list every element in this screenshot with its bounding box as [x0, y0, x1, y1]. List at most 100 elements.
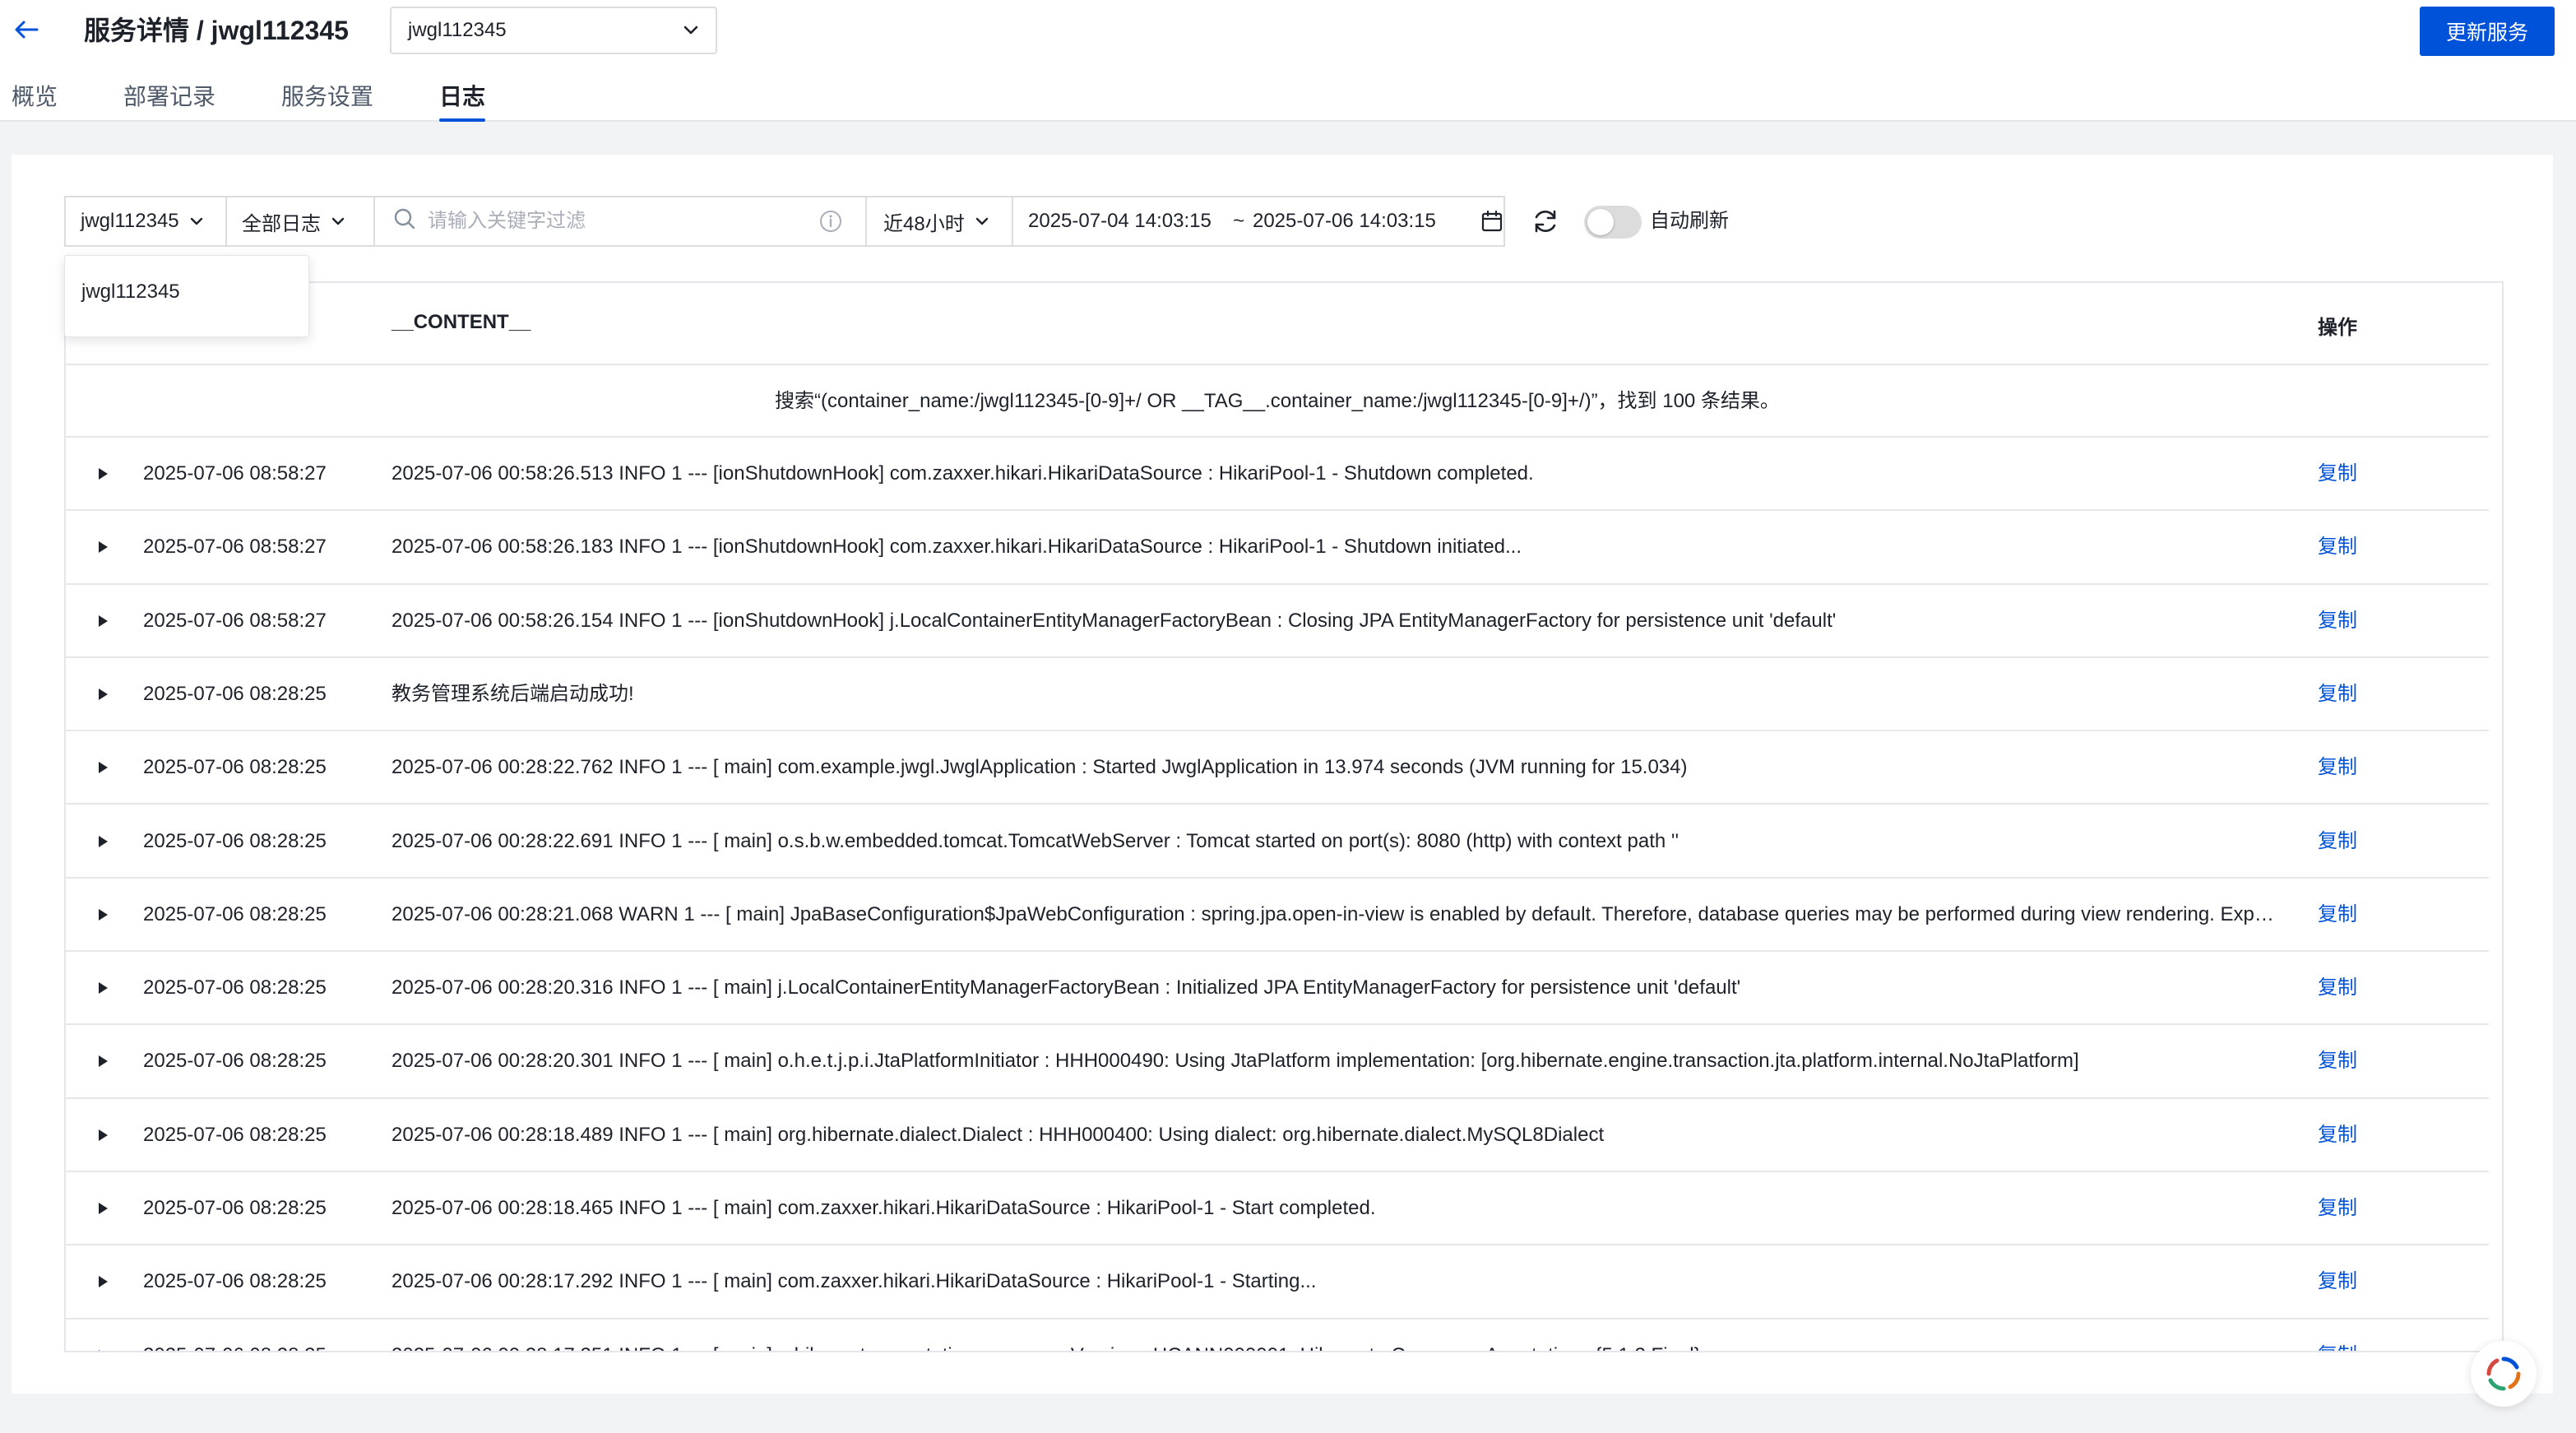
start-time: 2025-07-04 14:03:15 [1028, 210, 1212, 232]
active-tab-indicator [439, 118, 485, 122]
log-time: 2025-07-06 08:28:25 [143, 976, 327, 999]
expand-triangle-icon[interactable] [97, 1275, 109, 1288]
copy-link[interactable]: 复制 [2318, 1025, 2357, 1097]
expand-triangle-icon[interactable] [97, 835, 109, 848]
info-icon[interactable] [819, 210, 842, 233]
auto-refresh-toggle[interactable] [1584, 206, 1642, 239]
log-content: 教务管理系统后端启动成功! [391, 682, 634, 705]
log-content: 2025-07-06 00:28:20.316 INFO 1 --- [ mai… [391, 976, 1741, 999]
table-row[interactable]: 2025-07-06 08:58:27 2025-07-06 00:58:26.1… [66, 511, 2489, 585]
calendar-icon[interactable] [1480, 210, 1503, 233]
expand-triangle-icon[interactable] [97, 540, 109, 554]
table-row[interactable]: 2025-07-06 08:28:25 2025-07-06 00:28:17.2… [66, 1245, 2489, 1319]
page-title: 服务详情 / jwgl112345 [84, 16, 349, 45]
chevron-down-icon [683, 19, 699, 42]
log-type-value: 全部日志 [242, 212, 321, 235]
copy-link[interactable]: 复制 [2318, 1245, 2357, 1318]
log-toolbar: jwgl112345 全部日志 近48小时 [64, 196, 1739, 247]
log-time: 2025-07-06 08:28:25 [143, 1270, 327, 1293]
keyword-search [373, 196, 867, 247]
table-row[interactable]: 2025-07-06 08:28:25 2025-07-06 00:28:22.7… [66, 731, 2489, 805]
expand-triangle-icon[interactable] [97, 981, 109, 995]
expand-triangle-icon[interactable] [97, 688, 109, 701]
tab-service-settings[interactable]: 服务设置 [281, 81, 373, 114]
column-header-actions: 操作 [2318, 317, 2357, 339]
expand-triangle-icon[interactable] [97, 761, 109, 774]
auto-refresh-label: 自动刷新 [1650, 210, 1729, 232]
expand-triangle-icon[interactable] [97, 467, 109, 480]
log-time: 2025-07-06 08:28:25 [143, 1050, 327, 1073]
log-time: 2025-07-06 08:58:27 [143, 609, 327, 632]
log-type-select[interactable]: 全部日志 [225, 196, 375, 247]
expand-triangle-icon[interactable] [97, 614, 109, 628]
search-icon [393, 207, 416, 236]
refresh-icon[interactable] [1530, 206, 1561, 237]
copy-link[interactable]: 复制 [2318, 1099, 2357, 1171]
log-content: 2025-07-06 00:58:26.154 INFO 1 --- [ionS… [391, 609, 1837, 632]
container-dropdown: jwgl112345 [64, 255, 309, 337]
table-row[interactable]: 2025-07-06 08:28:25 2025-07-06 00:28:21.0… [66, 879, 2489, 953]
end-time: 2025-07-06 14:03:15 [1252, 210, 1436, 232]
log-content: 2025-07-06 00:28:18.465 INFO 1 --- [ mai… [391, 1197, 1376, 1219]
log-time: 2025-07-06 08:28:25 [143, 902, 327, 925]
update-service-button[interactable]: 更新服务 [2420, 7, 2555, 56]
table-row[interactable]: 2025-07-06 08:28:25 2025-07-06 00:28:18.4… [66, 1172, 2489, 1246]
copy-link[interactable]: 复制 [2318, 952, 2357, 1024]
log-time: 2025-07-06 08:28:25 [143, 1197, 327, 1219]
chevron-down-icon [975, 216, 989, 226]
back-arrow-icon[interactable] [12, 15, 41, 44]
search-summary: 搜索“(container_name:/jwgl112345-[0-9]+/ O… [66, 365, 2489, 438]
keyword-search-input[interactable] [428, 210, 814, 233]
tab-logs[interactable]: 日志 [439, 81, 485, 114]
log-content: 2025-07-06 00:58:26.183 INFO 1 --- [ionS… [391, 536, 1522, 559]
column-header-content: __CONTENT__ [391, 311, 531, 333]
table-row[interactable]: 2025-07-06 08:28:25 2025-07-06 00:28:22.6… [66, 805, 2489, 879]
log-content: 2025-07-06 00:28:21.068 WARN 1 --- [ mai… [391, 902, 2275, 925]
date-separator: ~ [1233, 210, 1245, 232]
assistant-icon[interactable] [2471, 1341, 2537, 1407]
log-time: 2025-07-06 08:58:27 [143, 536, 327, 559]
log-time: 2025-07-06 08:28:25 [143, 1123, 327, 1146]
tab-deploy-records[interactable]: 部署记录 [123, 81, 215, 114]
log-time: 2025-07-06 08:28:25 [143, 756, 327, 779]
table-row[interactable]: 2025-07-06 08:28:25 教务管理系统后端启动成功! 复制 [66, 658, 2489, 732]
log-time: 2025-07-06 08:58:27 [143, 462, 327, 485]
tab-bar: 概览 部署记录 服务设置 日志 [0, 74, 658, 122]
log-content: 2025-07-06 00:28:17.251 INFO 1 --- [ mai… [391, 1319, 2275, 1351]
expand-triangle-icon[interactable] [97, 1349, 109, 1351]
copy-link[interactable]: 复制 [2318, 658, 2357, 730]
expand-triangle-icon[interactable] [97, 1055, 109, 1068]
log-panel: jwgl112345 全部日志 近48小时 [12, 155, 2553, 1394]
toggle-knob [1587, 209, 1614, 235]
log-table: __CONTENT__ 操作 搜索“(container_name:/jwgl1… [64, 281, 2504, 1352]
date-range-picker[interactable]: 2025-07-04 14:03:15 ~ 2025-07-06 14:03:1… [1012, 196, 1505, 247]
time-range-select[interactable]: 近48小时 [865, 196, 1013, 247]
copy-link[interactable]: 复制 [2318, 1319, 2357, 1351]
table-row[interactable]: 2025-07-06 08:58:27 2025-07-06 00:58:26.5… [66, 438, 2489, 512]
log-content: 2025-07-06 00:28:22.762 INFO 1 --- [ mai… [391, 756, 1688, 779]
copy-link[interactable]: 复制 [2318, 805, 2357, 878]
copy-link[interactable]: 复制 [2318, 438, 2357, 510]
copy-link[interactable]: 复制 [2318, 511, 2357, 583]
log-time: 2025-07-06 08:28:25 [143, 682, 327, 705]
table-row[interactable]: 2025-07-06 08:28:25 2025-07-06 00:28:20.3… [66, 952, 2489, 1026]
table-row[interactable]: 2025-07-06 08:28:25 2025-07-06 00:28:20.3… [66, 1025, 2489, 1099]
copy-link[interactable]: 复制 [2318, 1172, 2357, 1245]
table-row[interactable]: 2025-07-06 08:28:25 2025-07-06 00:28:17.2… [66, 1319, 2489, 1351]
container-select-value: jwgl112345 [81, 210, 179, 232]
tab-overview[interactable]: 概览 [12, 81, 58, 114]
copy-link[interactable]: 复制 [2318, 731, 2357, 804]
copy-link[interactable]: 复制 [2318, 879, 2357, 951]
expand-triangle-icon[interactable] [97, 908, 109, 921]
container-select[interactable]: jwgl112345 [64, 196, 227, 247]
table-row[interactable]: 2025-07-06 08:58:27 2025-07-06 00:58:26.1… [66, 585, 2489, 658]
expand-triangle-icon[interactable] [97, 1202, 109, 1215]
log-content: 2025-07-06 00:28:17.292 INFO 1 --- [ mai… [391, 1270, 1317, 1293]
expand-triangle-icon[interactable] [97, 1129, 109, 1142]
chevron-down-icon [189, 216, 204, 226]
top-bar: 服务详情 / jwgl112345 jwgl112345 更新服务 概览 部署记… [0, 0, 2576, 122]
service-select[interactable]: jwgl112345 [390, 7, 717, 54]
copy-link[interactable]: 复制 [2318, 585, 2357, 657]
table-row[interactable]: 2025-07-06 08:28:25 2025-07-06 00:28:18.4… [66, 1099, 2489, 1172]
dropdown-option[interactable]: jwgl112345 [81, 281, 180, 304]
